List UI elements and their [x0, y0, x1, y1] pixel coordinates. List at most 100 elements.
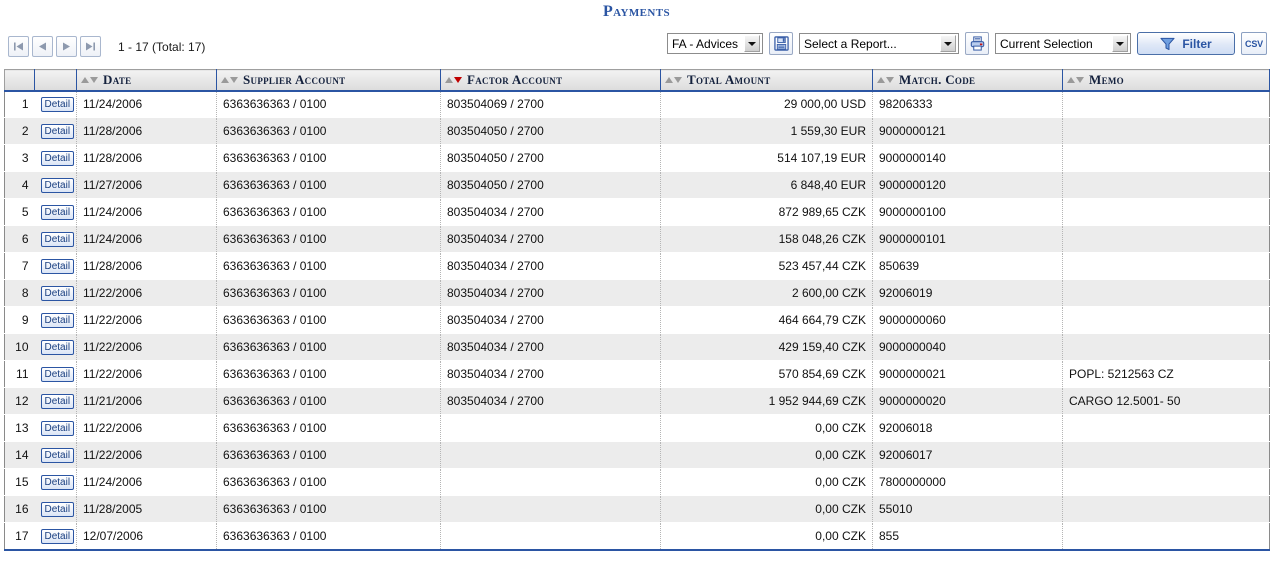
cell-date: 11/22/2006: [76, 414, 217, 442]
cell-match-code: 9000000020: [872, 387, 1063, 415]
detail-button[interactable]: Detail: [40, 205, 75, 220]
detail-button[interactable]: Detail: [40, 178, 75, 193]
column-header-total-amount[interactable]: Total Amount: [660, 69, 873, 92]
cell-total-amount: 872 989,65 CZK: [660, 198, 873, 226]
table-row[interactable]: 10 Detail 11/22/2006 6363636363 / 0100 80350…: [4, 333, 1270, 361]
title-bar: Payments: [0, 0, 1273, 24]
cell-match-code: 7800000000: [872, 468, 1063, 496]
cell-detail: Detail: [34, 306, 77, 334]
report-select[interactable]: Select a Report...: [799, 33, 959, 54]
cell-supplier-account: 6363636363 / 0100: [216, 144, 441, 172]
prev-page-button[interactable]: [32, 36, 53, 57]
sort-arrows-factor-account[interactable]: [445, 76, 462, 83]
sort-arrows-match-code[interactable]: [877, 76, 894, 83]
table-row[interactable]: 17 Detail 12/07/2006 6363636363 / 0100 0,00 …: [4, 522, 1270, 551]
cell-factor-account: 803504034 / 2700: [440, 252, 661, 280]
detail-button[interactable]: Detail: [40, 286, 75, 301]
cell-match-code: 9000000040: [872, 333, 1063, 361]
first-page-button[interactable]: [8, 36, 29, 57]
table-row[interactable]: 12 Detail 11/21/2006 6363636363 / 0100 80350…: [4, 387, 1270, 415]
payments-page: Payments 1 - 17 (Total: 17) FA - Advices…: [0, 0, 1273, 562]
table-row[interactable]: 4 Detail 11/27/2006 6363636363 / 0100 803504…: [4, 171, 1270, 199]
cell-factor-account: [440, 414, 661, 442]
sort-arrows-supplier-account[interactable]: [221, 76, 238, 83]
cell-detail: Detail: [34, 414, 77, 442]
detail-button[interactable]: Detail: [40, 448, 75, 463]
cell-match-code: 9000000100: [872, 198, 1063, 226]
detail-button[interactable]: Detail: [40, 421, 75, 436]
table-row[interactable]: 9 Detail 11/22/2006 6363636363 / 0100 803504…: [4, 306, 1270, 334]
column-header-factor-account[interactable]: Factor Account: [440, 69, 661, 92]
cell-supplier-account: 6363636363 / 0100: [216, 225, 441, 253]
cell-total-amount: 464 664,79 CZK: [660, 306, 873, 334]
detail-button[interactable]: Detail: [40, 394, 75, 409]
cell-date: 11/27/2006: [76, 171, 217, 199]
table-row[interactable]: 7 Detail 11/28/2006 6363636363 / 0100 803504…: [4, 252, 1270, 280]
cell-factor-account: 803504050 / 2700: [440, 171, 661, 199]
column-header-supplier-account[interactable]: Supplier Account: [216, 69, 441, 92]
cell-row-number: 13: [4, 414, 35, 442]
detail-button[interactable]: Detail: [40, 367, 75, 382]
cell-memo: [1062, 117, 1270, 145]
table-row[interactable]: 16 Detail 11/28/2005 6363636363 / 0100 0,00 …: [4, 495, 1270, 523]
detail-button[interactable]: Detail: [40, 151, 75, 166]
last-page-button[interactable]: [80, 36, 101, 57]
table-row[interactable]: 6 Detail 11/24/2006 6363636363 / 0100 803504…: [4, 225, 1270, 253]
cell-row-number: 6: [4, 225, 35, 253]
detail-button[interactable]: Detail: [40, 313, 75, 328]
csv-export-button[interactable]: CSV: [1241, 32, 1267, 55]
detail-button[interactable]: Detail: [40, 97, 75, 113]
pager-nav-group: [8, 36, 101, 57]
sort-arrows-date[interactable]: [81, 76, 98, 83]
table-row[interactable]: 1 Detail 11/24/2006 6363636363 / 0100 803504…: [4, 90, 1270, 118]
table-row[interactable]: 13 Detail 11/22/2006 6363636363 / 0100 0,00 …: [4, 414, 1270, 442]
cell-row-number: 4: [4, 171, 35, 199]
table-row[interactable]: 8 Detail 11/22/2006 6363636363 / 0100 803504…: [4, 279, 1270, 307]
detail-button[interactable]: Detail: [40, 259, 75, 274]
table-row[interactable]: 14 Detail 11/22/2006 6363636363 / 0100 0,00 …: [4, 441, 1270, 469]
column-header-date[interactable]: Date: [76, 69, 217, 92]
column-header-match-code[interactable]: Match. Code: [872, 69, 1063, 92]
detail-button[interactable]: Detail: [40, 124, 75, 139]
cell-memo: [1062, 90, 1270, 118]
cell-memo: [1062, 333, 1270, 361]
payments-grid-container: Date Supplier Account Factor Account Tot…: [0, 69, 1273, 551]
cell-factor-account: 803504034 / 2700: [440, 198, 661, 226]
column-header-supplier-account-label: Supplier Account: [243, 71, 346, 87]
filter-button[interactable]: Filter: [1137, 32, 1235, 55]
table-row[interactable]: 5 Detail 11/24/2006 6363636363 / 0100 803504…: [4, 198, 1270, 226]
table-row[interactable]: 3 Detail 11/28/2006 6363636363 / 0100 803504…: [4, 144, 1270, 172]
detail-button[interactable]: Detail: [40, 340, 75, 355]
cell-row-number: 12: [4, 387, 35, 415]
column-header-factor-account-label: Factor Account: [467, 71, 563, 87]
cell-date: 11/22/2006: [76, 333, 217, 361]
cell-supplier-account: 6363636363 / 0100: [216, 495, 441, 523]
sort-arrows-total-amount[interactable]: [665, 76, 682, 83]
save-button[interactable]: [769, 32, 793, 55]
column-header-memo[interactable]: Memo: [1062, 69, 1270, 92]
sort-arrows-memo[interactable]: [1067, 76, 1084, 83]
table-row[interactable]: 15 Detail 11/24/2006 6363636363 / 0100 0,00 …: [4, 468, 1270, 496]
cell-total-amount: 0,00 CZK: [660, 495, 873, 523]
table-row[interactable]: 2 Detail 11/28/2006 6363636363 / 0100 803504…: [4, 117, 1270, 145]
column-header-match-code-label: Match. Code: [899, 71, 976, 87]
cell-match-code: 9000000121: [872, 117, 1063, 145]
cell-date: 11/21/2006: [76, 387, 217, 415]
detail-button[interactable]: Detail: [40, 475, 75, 490]
chevron-down-icon: [940, 35, 956, 52]
selection-select[interactable]: Current Selection: [995, 33, 1131, 54]
funnel-icon: [1160, 37, 1175, 50]
cell-date: 11/28/2006: [76, 144, 217, 172]
detail-button[interactable]: Detail: [40, 502, 75, 517]
cell-factor-account: 803504034 / 2700: [440, 333, 661, 361]
cell-memo: [1062, 468, 1270, 496]
printer-icon: [970, 36, 984, 51]
cell-date: 11/22/2006: [76, 360, 217, 388]
print-button[interactable]: [965, 32, 989, 55]
advices-select[interactable]: FA - Advices: [667, 33, 763, 54]
table-row[interactable]: 11 Detail 11/22/2006 6363636363 / 0100 80350…: [4, 360, 1270, 388]
page-title: Payments: [603, 3, 670, 20]
detail-button[interactable]: Detail: [40, 232, 75, 247]
next-page-button[interactable]: [56, 36, 77, 57]
detail-button[interactable]: Detail: [40, 528, 75, 544]
